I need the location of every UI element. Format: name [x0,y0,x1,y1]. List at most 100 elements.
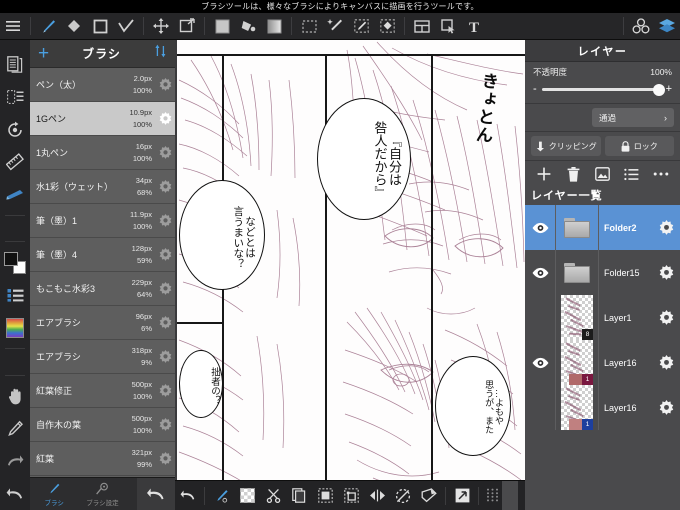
brush-list-item[interactable]: 紅葉修正 500px 100% [30,374,175,408]
rail-rotate-icon[interactable] [0,113,30,146]
brush-list-item[interactable]: エアブラシ 96px 6% [30,306,175,340]
brush-settings-gear-icon[interactable] [155,112,175,125]
brush-settings-gear-icon[interactable] [155,282,175,295]
sort-brushes-icon[interactable] [154,44,167,63]
layer-settings-button[interactable] [652,265,680,280]
layer-settings-button[interactable] [652,310,680,325]
canvas-area[interactable]: きょとん 『自分は 咎人だから』 などとは 言うまいな？ 拙者の？ …よもや 思うが、… [175,40,525,510]
copy-button[interactable] [286,481,312,510]
transparency-button[interactable] [234,481,260,510]
brush-list-item[interactable]: ペン（太） 2.0px 100% [30,68,175,102]
magic-wand-tool-icon[interactable] [322,13,348,40]
select-transform-button[interactable] [338,481,364,510]
deselect-button[interactable] [390,481,416,510]
brush-preview-button[interactable] [208,481,234,510]
fullscreen-button[interactable] [449,481,475,510]
color-gradient-bar[interactable] [6,317,24,338]
brush-list-item[interactable]: エアブラシ 318px 9% [30,340,175,374]
undo-button[interactable] [175,481,201,510]
brush-settings-gear-icon[interactable] [155,214,175,227]
bucket-tool-icon[interactable] [235,13,261,40]
polyline-tool-icon[interactable] [113,13,139,40]
rail-hand-icon[interactable] [0,380,30,413]
rail-pages-icon[interactable] [0,48,30,81]
brush-list-item[interactable]: 紅葉 321px 99% [30,442,175,476]
layer-list-item[interactable]: Folder2 [525,205,680,250]
add-brush-button[interactable]: + [38,44,49,63]
duplicate-layer-button[interactable] [590,162,614,186]
opacity-increase-button[interactable]: + [666,84,672,95]
opacity-slider-knob[interactable] [652,83,665,96]
text-tool-icon[interactable]: T [461,13,487,40]
grip-handle[interactable] [482,481,502,510]
tab-brush[interactable]: ブラシ [30,478,78,510]
rail-brushsize-icon[interactable] [0,179,30,212]
lock-button[interactable]: ロック [604,136,674,156]
opacity-decrease-button[interactable]: - [533,84,537,95]
select-pen-tool-icon[interactable] [348,13,374,40]
cut-button[interactable] [260,481,286,510]
brush-tool-icon[interactable] [35,13,61,40]
brush-list-item[interactable]: もこもこ水彩3 229px 64% [30,272,175,306]
brush-settings-gear-icon[interactable] [155,316,175,329]
rail-gradient-bar-icon[interactable] [0,312,30,345]
brush-list-item[interactable]: 筆（墨）1 11.9px 100% [30,204,175,238]
brush-list-item[interactable]: 自作木の葉 500px 100% [30,408,175,442]
palette-tool-icon[interactable] [628,13,654,40]
brush-settings-gear-icon[interactable] [155,418,175,431]
flip-button[interactable] [364,481,390,510]
panel-tool-icon[interactable] [409,13,435,40]
layer-settings-button[interactable] [652,400,680,415]
opacity-slider-row[interactable]: - + [533,83,672,96]
brush-list-item[interactable]: 1Gペン 10.9px 100% [30,102,175,136]
brush-settings-gear-icon[interactable] [155,180,175,193]
layer-thumbnail-cell[interactable]: 1 [555,340,599,385]
move-tool-icon[interactable] [148,13,174,40]
brush-settings-gear-icon[interactable] [155,452,175,465]
layer-list-button[interactable] [620,162,644,186]
brush-settings-gear-icon[interactable] [155,146,175,159]
brush-list-item[interactable]: 筆（墨）4 128px 59% [30,238,175,272]
layer-thumbnail-cell[interactable]: 1 [555,385,599,430]
layer-thumbnail-cell[interactable] [555,250,599,295]
shape-tool-icon[interactable] [87,13,113,40]
material-tool-icon[interactable] [435,13,461,40]
select-rect-tool-icon[interactable] [296,13,322,40]
brush-settings-gear-icon[interactable] [155,384,175,397]
rail-undo-icon[interactable] [0,477,30,510]
rail-redo-icon[interactable] [0,445,30,478]
tab-brush-settings[interactable]: ブラシ設定 [78,478,126,510]
clipping-button[interactable]: クリッピング [531,136,601,156]
brush-settings-gear-icon[interactable] [155,248,175,261]
gradient-tool-icon[interactable] [261,13,287,40]
brush-list-item[interactable]: 水1彩（ウェット） 34px 68% [30,170,175,204]
hamburger-menu-icon[interactable] [0,13,26,40]
layer-visibility-toggle[interactable] [525,222,555,234]
layer-visibility-toggle[interactable] [525,357,555,369]
transform-tool-icon[interactable] [174,13,200,40]
layer-list-item[interactable]: 1 Layer16 [525,385,680,430]
layer-thumbnail-cell[interactable]: 8 [555,295,599,340]
rail-palette-list-icon[interactable] [0,279,30,312]
undo-button[interactable] [137,478,175,510]
opacity-slider-track[interactable] [541,83,665,96]
layer-visibility-toggle[interactable] [525,267,555,279]
fill-tool-icon[interactable] [209,13,235,40]
delete-layer-button[interactable] [561,162,585,186]
add-layer-button[interactable] [532,162,556,186]
layer-settings-button[interactable] [652,355,680,370]
select-eraser-tool-icon[interactable] [374,13,400,40]
rail-colors-icon[interactable] [0,246,30,279]
color-swatch-stack[interactable] [4,251,26,274]
layer-list-item[interactable]: Folder15 [525,250,680,295]
layers-tool-icon[interactable] [654,13,680,40]
layer-list[interactable]: Folder2 Folder15 8 Layer1 1 Layer16 1 Layer16 [525,205,680,430]
layer-list-item[interactable]: 1 Layer16 [525,340,680,385]
rail-select-options-icon[interactable] [0,81,30,114]
eraser-tool-icon[interactable] [61,13,87,40]
rail-pen-icon[interactable] [0,412,30,445]
layer-settings-button[interactable] [652,220,680,235]
blend-mode-selector[interactable]: 通過 › [592,108,674,127]
clear-button[interactable] [416,481,442,510]
layer-list-item[interactable]: 8 Layer1 [525,295,680,340]
